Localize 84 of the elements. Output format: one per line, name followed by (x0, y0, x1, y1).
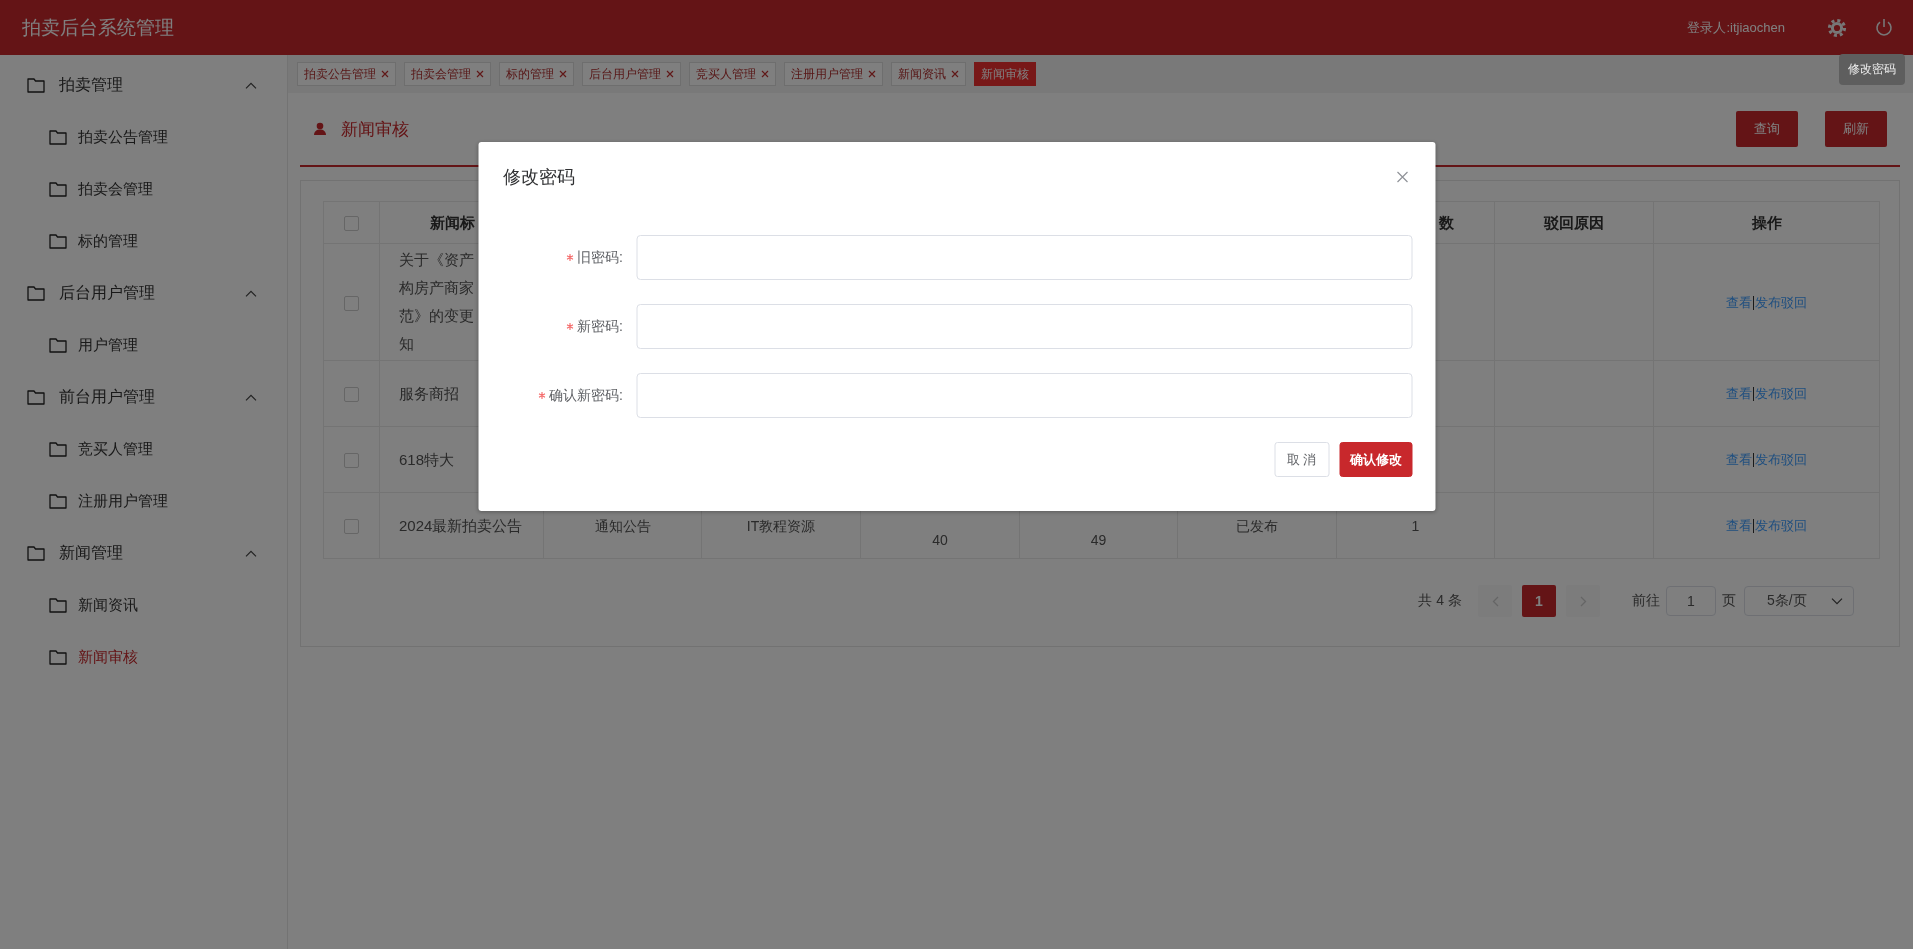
user-icon (313, 122, 327, 136)
app-title: 拍卖后台系统管理 (22, 15, 175, 40)
password-field[interactable] (636, 304, 1412, 349)
close-icon[interactable] (666, 70, 674, 78)
table-link[interactable]: 查看 (1726, 288, 1752, 317)
checkbox[interactable] (344, 519, 359, 535)
tab[interactable]: 拍卖公告管理 (297, 62, 396, 86)
close-icon[interactable] (868, 70, 876, 78)
menu-item[interactable]: 用户管理 (0, 319, 287, 371)
user-label: 登录人:itjiaochen (1687, 18, 1785, 37)
checkbox[interactable] (344, 387, 359, 403)
action-button[interactable]: 刷新 (1825, 111, 1887, 147)
goto-label: 前往 (1632, 592, 1660, 610)
menu-item[interactable]: 拍卖会管理 (0, 163, 287, 215)
field-label: 确认新密码: (549, 386, 623, 405)
page-unit-label: 页 (1722, 592, 1736, 610)
menu-item[interactable]: 竞买人管理 (0, 423, 287, 475)
chevron-down-icon[interactable] (1831, 597, 1843, 605)
table-link[interactable]: 发布驳回 (1755, 446, 1807, 474)
tab[interactable]: 新闻资讯 (891, 62, 966, 86)
column-header: 操作 (1653, 201, 1880, 244)
power-icon[interactable] (1875, 18, 1893, 37)
dialog-title: 修改密码 (503, 166, 575, 189)
menu-group[interactable]: 后台用户管理 (0, 267, 287, 319)
cancel-button[interactable]: 取 消 (1274, 442, 1329, 477)
menu-group[interactable]: 前台用户管理 (0, 371, 287, 423)
checkbox[interactable] (344, 295, 359, 311)
confirm-button[interactable]: 确认修改 (1339, 442, 1412, 477)
close-icon[interactable] (476, 70, 484, 78)
close-icon[interactable] (761, 70, 769, 78)
tab[interactable]: 注册用户管理 (784, 62, 883, 86)
menu-group[interactable]: 拍卖管理 (0, 59, 287, 111)
field-label: 旧密码: (577, 248, 623, 267)
chevron-up-icon[interactable] (245, 549, 257, 557)
checkbox[interactable] (344, 216, 359, 232)
folder-icon (49, 337, 67, 353)
folder-icon (49, 597, 67, 613)
tab[interactable]: 拍卖会管理 (404, 62, 491, 86)
folder-icon (49, 129, 67, 145)
chevron-up-icon[interactable] (245, 289, 257, 297)
column-header: 驳回原因 (1494, 201, 1654, 244)
menu-item[interactable]: 标的管理 (0, 215, 287, 267)
menu-group[interactable]: 新闻管理 (0, 527, 287, 579)
tab[interactable]: 后台用户管理 (582, 62, 681, 86)
menu-item[interactable]: 新闻审核 (0, 631, 287, 683)
folder-icon (49, 441, 67, 457)
field-label: 新密码: (577, 317, 623, 336)
settings-icon[interactable] (1827, 17, 1847, 38)
table-link[interactable]: 查看 (1726, 512, 1752, 540)
table-link[interactable]: 查看 (1726, 446, 1752, 474)
chevron-up-icon[interactable] (245, 393, 257, 401)
menu-item[interactable]: 注册用户管理 (0, 475, 287, 527)
total-count: 共 4 条 (1418, 592, 1462, 610)
folder-icon (49, 233, 67, 249)
folder-icon (49, 181, 67, 197)
close-icon[interactable] (951, 70, 959, 78)
checkbox[interactable] (344, 453, 359, 469)
table-link[interactable]: 发布驳回 (1755, 288, 1807, 317)
page-input[interactable]: 1 (1666, 586, 1716, 616)
tab[interactable]: 标的管理 (499, 62, 574, 86)
table-link[interactable]: 查看 (1726, 380, 1752, 408)
action-button[interactable]: 查询 (1736, 111, 1798, 147)
menu-item[interactable]: 新闻资讯 (0, 579, 287, 631)
table-link[interactable]: 发布驳回 (1755, 380, 1807, 408)
table-link[interactable]: 发布驳回 (1755, 512, 1807, 540)
menu-item[interactable]: 拍卖公告管理 (0, 111, 287, 163)
password-field[interactable] (636, 235, 1412, 280)
folder-icon (49, 649, 67, 665)
chevron-up-icon[interactable] (245, 81, 257, 89)
folder-icon (27, 285, 45, 301)
password-field[interactable] (636, 373, 1412, 418)
tab[interactable]: 竞买人管理 (689, 62, 776, 86)
close-icon[interactable] (381, 70, 389, 78)
folder-icon (49, 493, 67, 509)
page-button[interactable]: 1 (1522, 585, 1556, 617)
close-icon[interactable] (559, 70, 567, 78)
tab[interactable]: 新闻审核 (974, 62, 1036, 86)
close-icon[interactable] (1396, 171, 1408, 183)
page-title: 新闻审核 (341, 118, 410, 141)
page-size-select[interactable]: 5条/页 (1744, 586, 1854, 616)
folder-icon (27, 77, 45, 93)
folder-icon (27, 545, 45, 561)
tooltip: 修改密码 (1839, 54, 1905, 85)
folder-icon (27, 389, 45, 405)
